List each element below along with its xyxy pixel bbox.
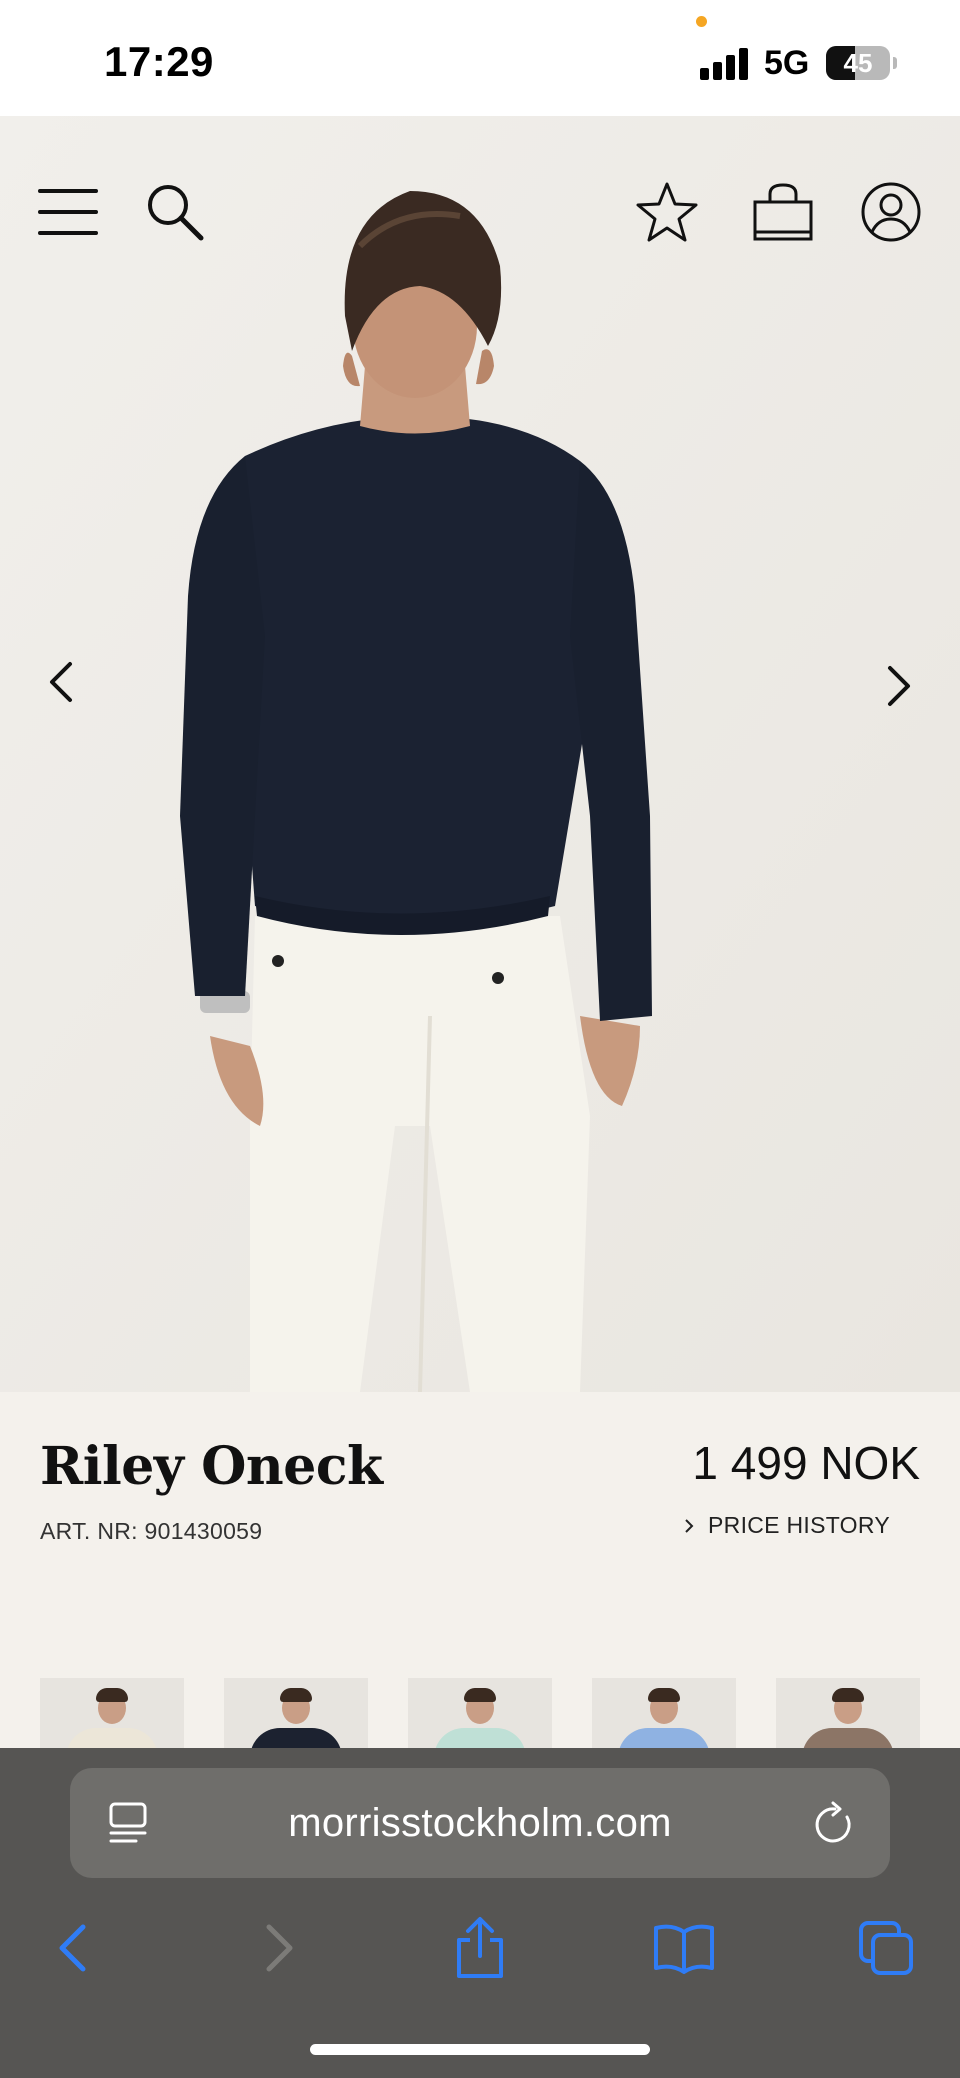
account-icon[interactable] (856, 172, 926, 252)
header-icons (0, 172, 960, 252)
product-photo (0, 116, 960, 1392)
menu-icon[interactable] (36, 172, 100, 252)
battery-tip (893, 57, 897, 69)
star-icon[interactable] (630, 172, 704, 252)
bag-icon[interactable] (748, 172, 818, 252)
battery-icon: 45 (826, 46, 890, 80)
share-icon[interactable] (440, 1908, 520, 1988)
search-icon[interactable] (140, 172, 210, 252)
network-type: 5G (764, 44, 810, 82)
article-number: ART. NR: 901430059 (40, 1518, 263, 1544)
product-name: Riley Oneck (40, 1436, 383, 1497)
privacy-indicator-dot (696, 16, 707, 27)
bookmarks-icon[interactable] (644, 1908, 724, 1988)
signal-icon (700, 48, 752, 80)
chevron-right-small-icon (685, 1518, 694, 1533)
price-history-label: PRICE HISTORY (708, 1512, 890, 1538)
tabs-icon[interactable] (846, 1908, 926, 1988)
price-history-link[interactable]: PRICE HISTORY (684, 1512, 890, 1539)
chevron-right-icon[interactable] (870, 646, 930, 726)
home-indicator (310, 2044, 650, 2055)
product-price: 1 499 NOK (692, 1437, 920, 1489)
back-icon[interactable] (32, 1908, 112, 1988)
reload-icon[interactable] (812, 1801, 856, 1845)
product-image-gallery[interactable] (0, 116, 960, 1392)
chevron-left-icon[interactable] (30, 642, 90, 722)
product-info: Riley Oneck ART. NR: 901430059 1 499 NOK… (0, 1392, 960, 1798)
status-bar: 17:29 5G 45 (0, 0, 960, 116)
address-bar[interactable]: morrisstockholm.com (70, 1768, 890, 1878)
color-variants (40, 1678, 920, 1798)
url-text: morrisstockholm.com (288, 1801, 672, 1845)
battery-percent: 45 (843, 48, 873, 78)
status-time: 17:29 (104, 38, 214, 85)
forward-icon[interactable] (240, 1908, 320, 1988)
browser-toolbar: morrisstockholm.com (0, 1748, 960, 2078)
